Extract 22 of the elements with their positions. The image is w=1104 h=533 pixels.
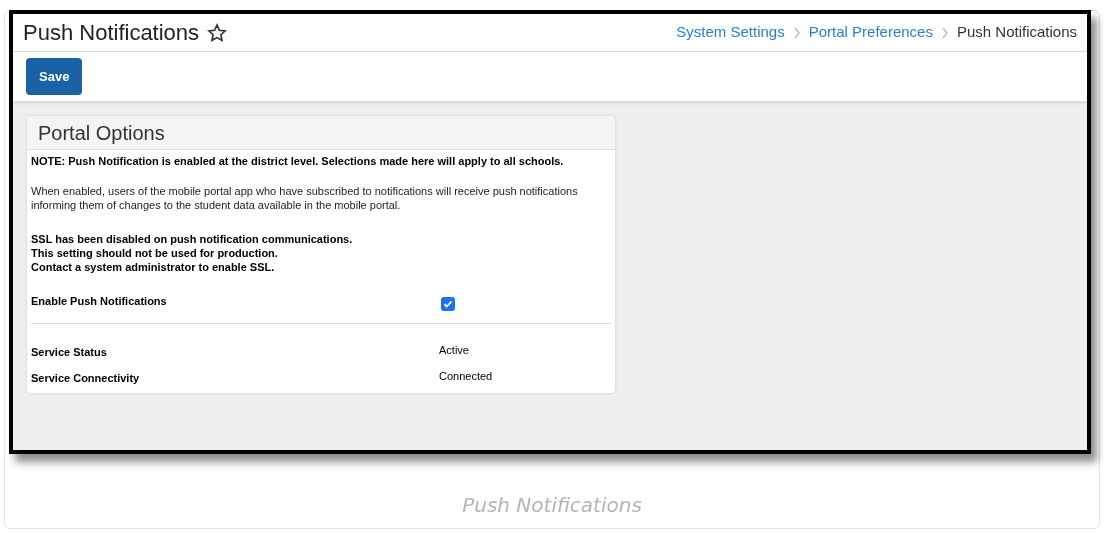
note-text: NOTE: Push Notification is enabled at the district level. Selections made here will apply to all schools. (31, 154, 565, 169)
star-icon[interactable] (207, 22, 228, 43)
figure-caption: Push Notifications (461, 492, 643, 519)
enable-checkbox[interactable] (441, 296, 455, 311)
ssl-warning-line: Contact a system administrator to enable SSL. (31, 259, 276, 274)
status-value: Connected (439, 369, 493, 384)
status-value: Active (439, 342, 469, 358)
status-label: Service Status (31, 344, 108, 360)
checkmark-icon (443, 298, 453, 309)
chevron-icon (792, 26, 801, 39)
breadcrumb-link[interactable]: System Settings (676, 21, 785, 44)
page-title: Push Notifications (23, 19, 200, 47)
ssl-warning-line: SSL has been disabled on push notification communications. (31, 231, 354, 246)
description-text: When enabled, users of the mobile portal app who have subscribed to notifications will receive push notifications informing them of changes to the student data available in the mobile portal. (31, 183, 579, 212)
chevron-icon (940, 26, 949, 39)
ssl-warning-line: This setting should not be used for production. (31, 245, 279, 260)
setting-label: Enable Push Notifications (31, 293, 168, 309)
status-label: Service Connectivity (31, 371, 141, 386)
panel-title: Portal Options (38, 120, 165, 146)
breadcrumb-link[interactable]: Portal Preferences (808, 21, 933, 44)
breadcrumb-current: Push Notifications (956, 22, 1077, 43)
save-button[interactable]: Save (26, 58, 83, 95)
